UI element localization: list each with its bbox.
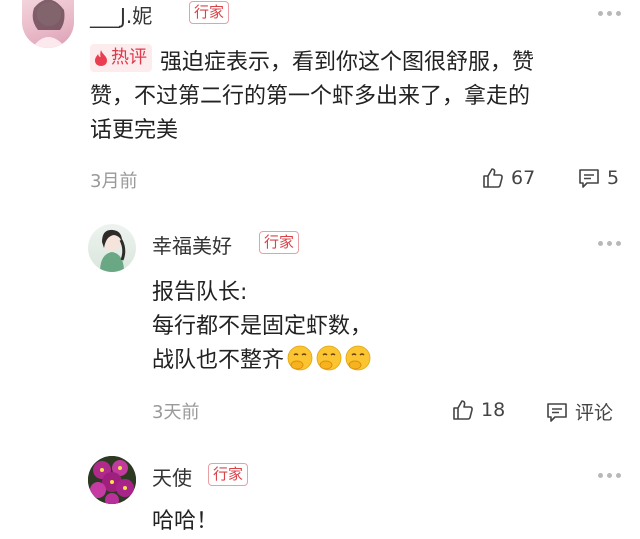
more-options-icon[interactable] (598, 473, 621, 478)
comment-line: 话更完美 (90, 118, 179, 143)
thumbs-up-icon (453, 400, 473, 420)
comment-text: 热评 强迫症表示，看到你这个图很舒服，赞 赞，不过第二行的第一个虾多出来了，拿走… (90, 44, 630, 148)
comment-icon (579, 169, 599, 188)
flame-icon (95, 50, 107, 66)
comment-time: 3天前 (152, 402, 200, 423)
comment-line: 哈哈！ (152, 509, 219, 534)
hand-over-mouth-emoji-icon (345, 345, 371, 371)
expert-badge: 行家 (189, 1, 230, 24)
comment-icon (547, 402, 567, 422)
hand-over-mouth-emoji-icon (316, 345, 342, 371)
more-options-icon[interactable] (598, 11, 621, 16)
comment-line-text: 战队也不整齐 (152, 348, 285, 373)
like-count: 67 (511, 167, 536, 189)
expert-badge: 行家 (259, 231, 300, 254)
comment-text: 哈哈！ (152, 505, 622, 539)
avatar-illustration (32, 0, 66, 48)
hand-over-mouth-emoji-icon (287, 345, 313, 371)
reply-label: 评论 (575, 402, 614, 424)
comment-time: 3月前 (90, 171, 138, 192)
more-options-icon[interactable] (598, 241, 621, 246)
comment-line: 赞，不过第二行的第一个虾多出来了，拿走的 (90, 84, 531, 109)
hot-comment-tag: 热评 (90, 44, 152, 72)
username[interactable]: 幸福美好 (152, 230, 232, 259)
like-count: 18 (481, 399, 506, 421)
comment-line-text: 强迫症表示，看到你这个图很舒服，赞 (160, 50, 535, 75)
avatar[interactable] (88, 456, 136, 504)
username[interactable]: ___J.妮 (90, 0, 152, 29)
avatar[interactable] (22, 0, 74, 48)
reply-button[interactable]: 5 (577, 166, 619, 190)
avatar[interactable] (88, 224, 136, 272)
username[interactable]: 天使 (152, 462, 192, 491)
like-button[interactable]: 18 (451, 398, 505, 422)
comment-line: 每行都不是固定虾数， (152, 314, 373, 339)
comment-line: 报告队长: (152, 280, 248, 305)
thumbs-up-icon (483, 168, 503, 188)
avatar-illustration (88, 456, 136, 504)
comment-line: 战队也不整齐 (152, 344, 622, 378)
emoji-group (284, 345, 371, 373)
like-button[interactable]: 67 (481, 166, 535, 190)
reply-count: 5 (607, 167, 620, 189)
comment-text: 报告队长: 每行都不是固定虾数， 战队也不整齐 (152, 276, 622, 378)
avatar-illustration (100, 229, 126, 272)
reply-button[interactable]: 评论 (545, 398, 613, 425)
comment-line: 热评 强迫症表示，看到你这个图很舒服，赞 (90, 44, 630, 80)
hot-comment-label: 热评 (111, 47, 147, 68)
expert-badge: 行家 (208, 463, 249, 486)
